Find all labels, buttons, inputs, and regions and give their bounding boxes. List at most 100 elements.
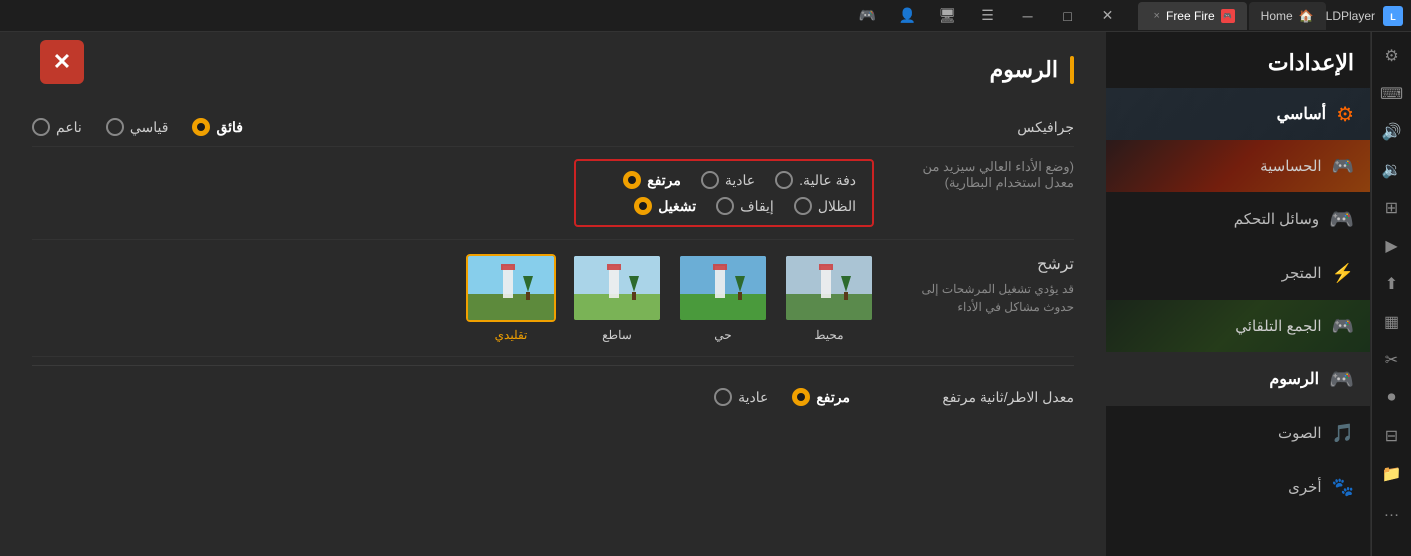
graphics-ultra-option[interactable]: فائق — [192, 118, 243, 136]
graphics-smooth-option[interactable]: ناعم — [32, 118, 82, 136]
sidebar-copy-icon[interactable]: ⊟ — [1376, 420, 1408, 452]
fps-normal-option[interactable]: عادية — [714, 388, 768, 406]
perf-high-option[interactable]: مرتفع — [623, 171, 681, 189]
fps-high-option[interactable]: مرتفع — [792, 388, 850, 406]
fps-high-label: مرتفع — [816, 389, 850, 406]
graphics-icon: 🎮 — [1329, 367, 1354, 392]
sidebar-item-sensitivity[interactable]: 🎮 الحساسية — [1106, 140, 1370, 192]
sidebar-item-other[interactable]: 🐾 أخرى — [1106, 460, 1370, 514]
gamepad-icon[interactable]: 🎮 — [854, 2, 882, 30]
perf-stop-option[interactable]: إيقاف — [716, 197, 774, 215]
sidebar-volume-up-icon[interactable]: 🔊 — [1376, 116, 1408, 148]
sidebar-item-basic-label: أساسي — [1277, 104, 1326, 124]
graphics-ultra-label: فائق — [216, 119, 243, 136]
sidebar-volume-down-icon[interactable]: 🔉 — [1376, 154, 1408, 186]
filter-classic-label: تقليدي — [495, 328, 528, 342]
perf-highdef-option[interactable]: دفة عالية. — [775, 171, 856, 189]
auto-icon: 🎮 — [1332, 316, 1354, 337]
filter-images-container: تقليدي — [466, 254, 874, 342]
graphics-standard-radio[interactable] — [106, 118, 124, 136]
sidebar-record-icon[interactable]: ⏺ — [1376, 382, 1408, 414]
free-fire-tab-label: Free Fire — [1166, 9, 1215, 23]
sidebar-item-basic[interactable]: ⚙ أساسي — [1106, 88, 1370, 140]
filter-env-item[interactable]: محيط — [784, 254, 874, 342]
perf-high-radio[interactable] — [623, 171, 641, 189]
graphics-standard-label: قياسي — [130, 119, 169, 136]
store-icon: ⚡ — [1332, 263, 1354, 284]
filter-label-col: ترشح قد يؤدي تشغيل المرشحات إلى حدوث مشا… — [874, 254, 1074, 316]
filter-env-bg — [786, 256, 872, 320]
perf-row-2: الظلال إيقاف تشغيل — [592, 197, 856, 215]
filter-env-img[interactable] — [784, 254, 874, 322]
sidebar-screen-icon[interactable]: ⊞ — [1376, 192, 1408, 224]
perf-note-1: (وضع الأداء العالي سيزيد من — [874, 159, 1074, 175]
sidebar-grid-icon[interactable]: ▦ — [1376, 306, 1408, 338]
sidebar-item-store[interactable]: ⚡ المتجر — [1106, 246, 1370, 300]
perf-options-container: دفة عالية. عادية مرتفع — [32, 159, 874, 227]
filter-vivid-img[interactable] — [678, 254, 768, 322]
sidebar-item-graphics[interactable]: 🎮 الرسوم — [1106, 352, 1370, 406]
perf-normal-radio[interactable] — [701, 171, 719, 189]
sensitivity-icon: 🎮 — [1332, 156, 1354, 177]
filter-classic-img[interactable] — [466, 254, 556, 322]
fps-high-radio[interactable] — [792, 388, 810, 406]
tab-home[interactable]: 🏠 Home — [1249, 2, 1326, 30]
perf-shadows-option[interactable]: الظلال — [794, 197, 856, 215]
tab-free-fire[interactable]: 🎮 Free Fire × — [1138, 2, 1247, 30]
graphics-standard-option[interactable]: قياسي — [106, 118, 169, 136]
perf-stop-label: إيقاف — [740, 198, 774, 215]
sidebar-item-sensitivity-label: الحساسية — [1260, 157, 1322, 175]
basic-icon: ⚙ — [1336, 102, 1354, 127]
perf-enable-option[interactable]: تشغيل — [634, 197, 696, 215]
tab-close-btn[interactable]: × — [1154, 10, 1160, 22]
filter-classic-item[interactable]: تقليدي — [466, 254, 556, 342]
sound-icon: 🎵 — [1332, 423, 1354, 444]
sidebar-upload-icon[interactable]: ⬆ — [1376, 268, 1408, 300]
perf-highlight-box: دفة عالية. عادية مرتفع — [574, 159, 874, 227]
filter-classic-bg — [468, 256, 554, 320]
perf-shadows-radio[interactable] — [794, 197, 812, 215]
menu-icon[interactable]: ☰ — [974, 2, 1002, 30]
fps-label: معدل الاطر/ثانية مرتفع — [874, 389, 1074, 406]
section-header: الرسوم — [32, 56, 1074, 84]
filter-vivid-item[interactable]: حي — [678, 254, 768, 342]
sidebar-item-auto[interactable]: 🎮 الجمع التلقائي — [1106, 300, 1370, 352]
minimize-btn[interactable]: ─ — [1014, 2, 1042, 30]
sidebar-folder-icon[interactable]: 📁 — [1376, 458, 1408, 490]
monitor-icon[interactable]: 🖥 — [934, 2, 962, 30]
perf-highdef-label: دفة عالية. — [799, 172, 856, 189]
sidebar-scissors-icon[interactable]: ✂ — [1376, 344, 1408, 376]
perf-highdef-radio[interactable] — [775, 171, 793, 189]
fps-normal-radio[interactable] — [714, 388, 732, 406]
graphics-smooth-radio[interactable] — [32, 118, 50, 136]
perf-enable-label: تشغيل — [658, 198, 696, 215]
filter-surface-img[interactable] — [572, 254, 662, 322]
graphics-smooth-label: ناعم — [56, 119, 82, 136]
sidebar-more-icon[interactable]: … — [1376, 496, 1408, 528]
filter-surface-item[interactable]: ساطع — [572, 254, 662, 342]
perf-stop-radio[interactable] — [716, 197, 734, 215]
sidebar-keyboard-icon[interactable]: ⌨ — [1376, 78, 1408, 110]
sidebar-item-graphics-label: الرسوم — [1269, 369, 1319, 389]
h-divider — [32, 365, 1074, 366]
game-close-button[interactable]: ✕ — [40, 40, 84, 84]
sidebar-item-auto-label: الجمع التلقائي — [1235, 317, 1321, 335]
maximize-btn[interactable]: □ — [1054, 2, 1082, 30]
fps-options: عادية مرتفع — [714, 388, 850, 406]
perf-enable-radio[interactable] — [634, 197, 652, 215]
perf-normal-option[interactable]: عادية — [701, 171, 755, 189]
section-title: الرسوم — [990, 57, 1058, 83]
sidebar-item-controls-label: وسائل التحكم — [1234, 210, 1319, 228]
graphics-ultra-radio[interactable] — [192, 118, 210, 136]
user-icon[interactable]: 👤 — [894, 2, 922, 30]
window-close-btn[interactable]: ✕ — [1094, 2, 1122, 30]
sidebar-play-icon[interactable]: ▶ — [1376, 230, 1408, 262]
sidebar-settings-icon[interactable]: ⚙ — [1376, 40, 1408, 72]
filter-sublabel-text2: حدوث مشاكل في الأداء — [957, 300, 1074, 314]
sidebar-item-controls[interactable]: 🎮 وسائل التحكم — [1106, 192, 1370, 246]
content-area: الرسوم جرافيكس ناعم قياسي — [0, 32, 1106, 556]
filter-surface-bg — [574, 256, 660, 320]
sidebar-item-sound[interactable]: 🎵 الصوت — [1106, 406, 1370, 460]
settings-title: الإعدادات — [1106, 32, 1370, 88]
fps-normal-label: عادية — [738, 389, 768, 406]
